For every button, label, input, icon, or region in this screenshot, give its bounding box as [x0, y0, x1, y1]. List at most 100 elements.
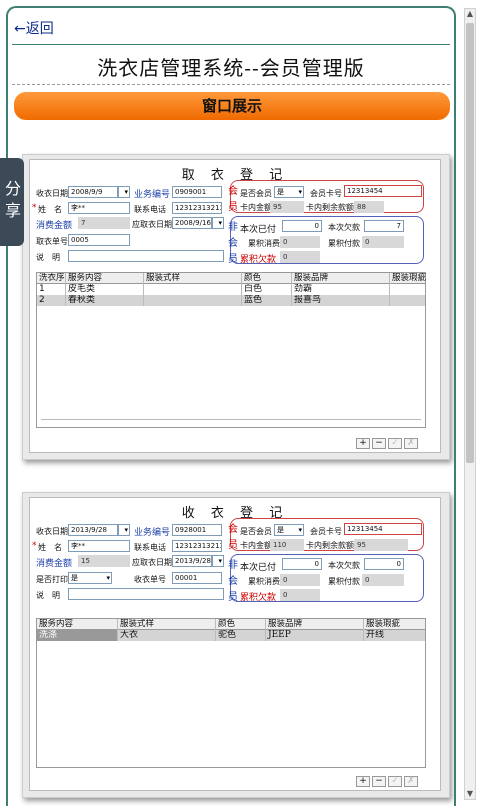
- note-input[interactable]: [68, 250, 224, 262]
- name-label: 姓 名: [38, 543, 62, 552]
- member-select[interactable]: 是: [274, 186, 304, 198]
- cell-brand: JEEP: [265, 630, 363, 641]
- deduct-input: 95: [354, 539, 408, 551]
- required-mark: *: [32, 203, 37, 213]
- deduct-label: 卡内剩余款额: [306, 541, 354, 550]
- paid-input[interactable]: 0: [282, 558, 322, 570]
- biz-no-input[interactable]: 0928001: [172, 524, 222, 536]
- acc-debt-input: 0: [280, 251, 320, 263]
- acc-debt-label: 累积欠款: [240, 255, 277, 265]
- paid-input[interactable]: 0: [282, 220, 322, 232]
- deduct-input: 88: [354, 201, 384, 213]
- table-row[interactable]: 2 春秋类 蓝色 报喜鸟: [37, 295, 425, 306]
- phone-label: 联系电话: [134, 205, 166, 214]
- pickup-date-spinner[interactable]: [212, 555, 224, 567]
- paid-label: 本次已付: [240, 225, 277, 235]
- order-no-input[interactable]: 0005: [68, 234, 130, 246]
- confirm-button[interactable]: ✓: [388, 438, 402, 449]
- amount-input: 7: [78, 217, 130, 229]
- amount-label: 消费金额: [36, 559, 73, 569]
- add-button[interactable]: +: [356, 776, 370, 787]
- pickup-date-input[interactable]: 2008/9/16: [172, 217, 212, 229]
- col-header: 颜色: [215, 619, 265, 630]
- card-label: 会员卡号: [310, 189, 342, 198]
- col-header: 服装式样: [143, 273, 241, 284]
- name-input[interactable]: 李**: [68, 202, 130, 214]
- pickup-date-label: 应取衣日期: [132, 220, 172, 229]
- owed-label: 本次欠款: [328, 223, 360, 232]
- phone-input[interactable]: 12312313213: [172, 540, 222, 552]
- confirm-button[interactable]: ✓: [388, 776, 402, 787]
- scroll-thumb[interactable]: [466, 23, 474, 463]
- balance-input: 95: [270, 201, 304, 213]
- scroll-down-icon[interactable]: ▼: [465, 789, 475, 799]
- remove-button[interactable]: −: [372, 438, 386, 449]
- acc-spend-input: 0: [280, 236, 320, 248]
- biz-no-label: 业务编号: [134, 528, 171, 538]
- cancel-button[interactable]: ✗: [404, 776, 418, 787]
- table-footer-line: [41, 419, 421, 420]
- scroll-up-icon[interactable]: ▲: [465, 9, 475, 19]
- section-button[interactable]: 窗口展示: [14, 92, 450, 120]
- owed-input[interactable]: 7: [364, 220, 404, 232]
- col-header: 服装式样: [117, 619, 215, 630]
- order-no-input[interactable]: 00001: [172, 572, 222, 584]
- card-input[interactable]: 12313454: [344, 185, 422, 197]
- print-select[interactable]: 是: [68, 572, 112, 584]
- card-input[interactable]: 12313454: [344, 523, 422, 535]
- scrollbar[interactable]: ▲ ▼: [464, 8, 476, 800]
- balance-input: 110: [270, 539, 304, 551]
- table-header: 洗衣序 服务内容 服装式样 颜色 服装品牌 服装瑕疵: [37, 273, 426, 284]
- divider: [12, 44, 450, 45]
- acc-spend-label: 累积消费: [248, 239, 280, 248]
- col-header: 服装品牌: [291, 273, 389, 284]
- acc-paid-input: 0: [362, 574, 404, 586]
- col-header: 洗衣序: [39, 273, 65, 283]
- deduct-label: 卡内剩余款额: [306, 203, 354, 212]
- items-table: 服务内容 服装式样 颜色 服装品牌 服装瑕疵 洗涤 大衣 驼色 JEEP 开线: [36, 618, 426, 768]
- date-spinner[interactable]: [118, 186, 130, 198]
- pickup-date-spinner[interactable]: [212, 217, 224, 229]
- add-button[interactable]: +: [356, 438, 370, 449]
- date-label: 收衣日期: [36, 189, 68, 198]
- date-input[interactable]: 2008/9/9: [68, 186, 118, 198]
- date-input[interactable]: 2013/9/28: [68, 524, 118, 536]
- paid-label: 本次已付: [240, 563, 277, 573]
- cell-style: [143, 295, 241, 306]
- cell-service: 皮毛类: [65, 284, 143, 295]
- back-link[interactable]: ←返回: [14, 18, 54, 38]
- table-row[interactable]: 1 皮毛类 白色 劲霸: [37, 284, 425, 295]
- screenshot-receive: 收 衣 登 记 收衣日期 2013/9/28 业务编号 0928001 * 姓 …: [22, 492, 450, 798]
- acc-paid-label: 累积付款: [328, 239, 360, 248]
- side-label-vip-1: 会: [228, 186, 238, 197]
- remove-button[interactable]: −: [372, 776, 386, 787]
- cell-style: 大衣: [117, 630, 215, 641]
- cancel-button[interactable]: ✗: [404, 438, 418, 449]
- biz-no-label: 业务编号: [134, 190, 171, 200]
- phone-input[interactable]: 12312313213: [172, 202, 222, 214]
- name-input[interactable]: 李**: [68, 540, 130, 552]
- pickup-form: 取 衣 登 记 收衣日期 2008/9/9 业务编号 0909001 * 姓 名…: [29, 159, 441, 453]
- table-row[interactable]: 洗涤 大衣 驼色 JEEP 开线: [37, 630, 425, 641]
- date-spinner[interactable]: [118, 524, 130, 536]
- pickup-date-input[interactable]: 2013/9/28: [172, 555, 212, 567]
- note-input[interactable]: [68, 588, 224, 600]
- phone-label: 联系电话: [134, 543, 166, 552]
- side-label-vip-2: 员: [228, 202, 238, 213]
- biz-no-input[interactable]: 0909001: [172, 186, 222, 198]
- screenshot-pickup: 取 衣 登 记 收衣日期 2008/9/9 业务编号 0909001 * 姓 名…: [22, 154, 450, 460]
- side-label-nonvip-3: 员: [228, 592, 238, 603]
- side-label-vip-1: 会: [228, 524, 238, 535]
- dashed-divider: [12, 84, 450, 85]
- share-button[interactable]: 分享: [0, 158, 24, 246]
- member-select[interactable]: 是: [274, 524, 304, 536]
- card-label: 会员卡号: [310, 527, 342, 536]
- col-header: 服装品牌: [265, 619, 363, 630]
- owed-input[interactable]: 0: [364, 558, 404, 570]
- order-no-label: 取衣单号: [36, 237, 68, 246]
- name-label: 姓 名: [38, 205, 62, 214]
- side-label-nonvip-1: 非: [228, 560, 238, 571]
- cell-service: 洗涤: [37, 630, 117, 641]
- note-label: 说 明: [36, 591, 60, 600]
- acc-paid-input: 0: [362, 236, 404, 248]
